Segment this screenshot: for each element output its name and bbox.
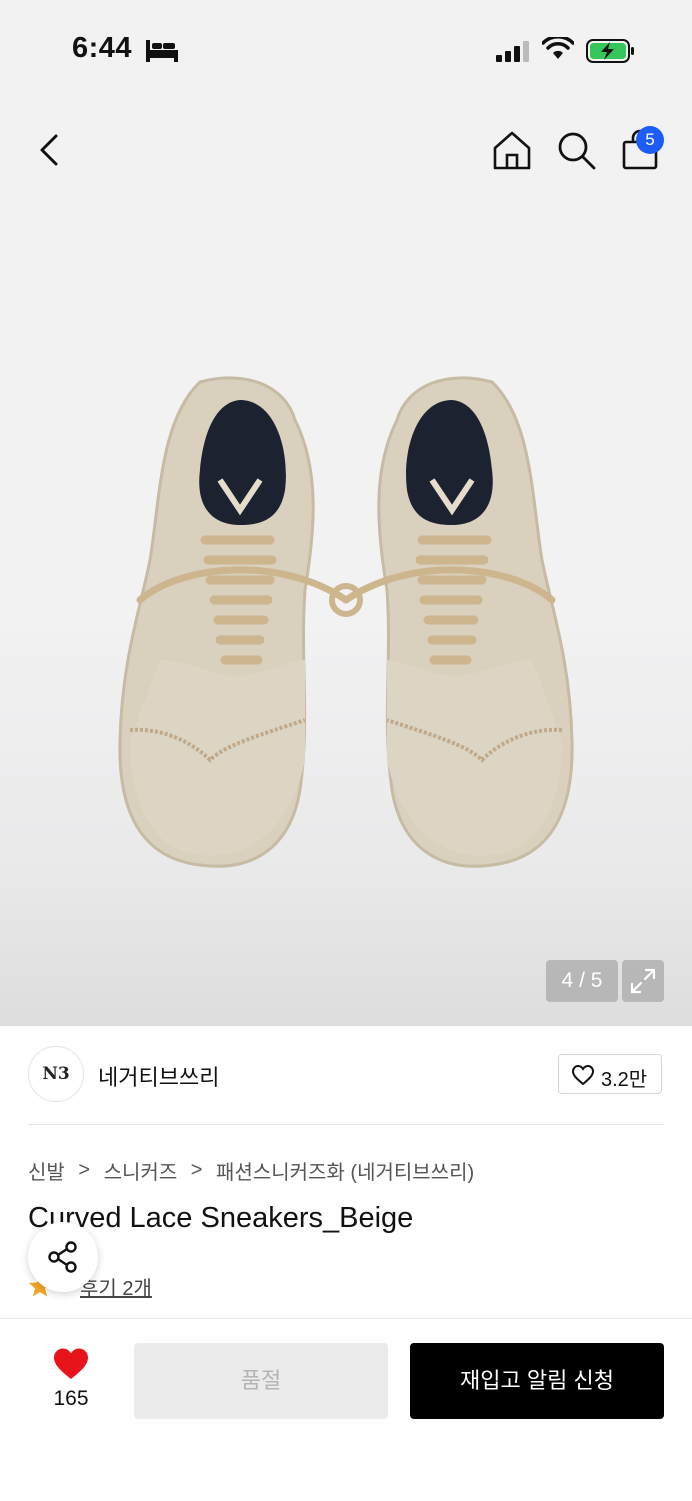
bottom-action-bar: 165 품절 재입고 알림 신청 xyxy=(0,1318,692,1501)
brand-row[interactable]: N3 네거티브쓰리 3.2만 xyxy=(28,1046,664,1104)
brand-logo[interactable]: N3 xyxy=(28,1046,84,1102)
product-gallery[interactable]: 6:44 5 4 / 5 xyxy=(0,0,692,1026)
brand-name[interactable]: 네거티브쓰리 xyxy=(98,1060,219,1092)
status-time: 6:44 xyxy=(72,32,133,64)
brand-like-count: 3.2만 xyxy=(601,1069,648,1091)
share-icon xyxy=(48,1241,77,1273)
share-button[interactable] xyxy=(28,1222,98,1292)
top-nav xyxy=(0,118,692,182)
image-counter-current: 4 xyxy=(561,969,574,992)
breadcrumb-separator: > xyxy=(78,1159,91,1181)
image-counter-separator: / xyxy=(573,969,591,992)
brand-like-button[interactable]: 3.2만 xyxy=(558,1054,662,1094)
wishlist-count: 165 xyxy=(53,1387,89,1410)
soldout-button: 품절 xyxy=(134,1343,388,1419)
image-counter: 4 / 5 xyxy=(546,960,618,1002)
breadcrumb-separator: > xyxy=(190,1159,203,1181)
status-bar: 6:44 xyxy=(0,0,692,100)
expand-icon xyxy=(630,968,656,994)
search-icon[interactable] xyxy=(554,128,598,172)
image-counter-total: 5 xyxy=(590,969,603,992)
battery-charging-icon xyxy=(586,39,634,63)
bed-icon xyxy=(146,40,178,62)
home-icon[interactable] xyxy=(490,128,534,172)
product-image-sneakers[interactable] xyxy=(100,360,592,890)
restock-alert-button[interactable]: 재입고 알림 신청 xyxy=(410,1343,664,1419)
breadcrumb-item-fashion-sneakers[interactable]: 패션스니커즈화 (네거티브쓰리) xyxy=(216,1156,474,1185)
heart-filled-icon xyxy=(54,1348,88,1379)
breadcrumb-item-sneakers[interactable]: 스니커즈 xyxy=(104,1156,178,1185)
wifi-icon xyxy=(542,37,574,59)
expand-image-button[interactable] xyxy=(622,960,664,1002)
heart-outline-icon xyxy=(571,1064,595,1086)
breadcrumb: 신발 > 스니커즈 > 패션스니커즈화 (네거티브쓰리) xyxy=(28,1156,474,1184)
cellular-signal-icon xyxy=(496,41,529,62)
wishlist-button[interactable]: 165 xyxy=(40,1345,102,1415)
cart-count-badge: 5 xyxy=(636,126,664,154)
divider xyxy=(28,1124,664,1125)
back-chevron-icon[interactable] xyxy=(32,128,68,172)
breadcrumb-item-shoes[interactable]: 신발 xyxy=(28,1156,65,1185)
